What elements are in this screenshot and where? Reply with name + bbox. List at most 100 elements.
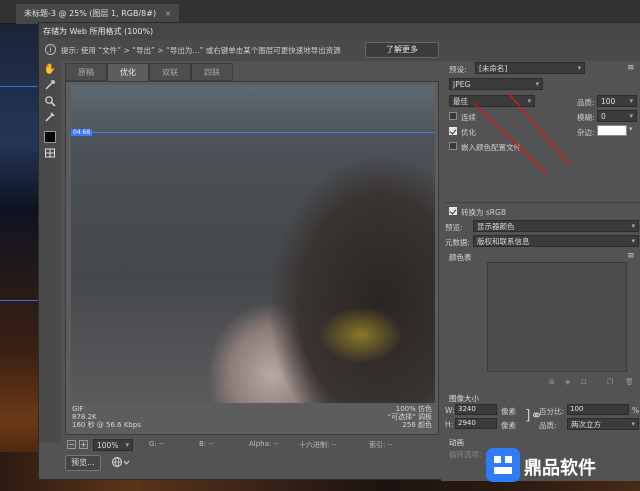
chevron-down-icon: ▾ bbox=[631, 420, 635, 428]
dither-info: 100% 仿色 bbox=[395, 405, 432, 413]
metadata-value: 版权和联系信息 bbox=[477, 237, 530, 246]
resample-quality-label: 品质: bbox=[539, 421, 557, 430]
tab-4-up[interactable]: 四联 bbox=[191, 63, 233, 81]
quality-value: 100 bbox=[601, 97, 616, 106]
optimized-info-left: GIF 878.2K 160 秒 @ 56.6 Kbps bbox=[72, 405, 141, 429]
divider bbox=[445, 202, 640, 203]
chevron-down-icon: ▾ bbox=[631, 222, 635, 230]
preview-pane: 04 68 GIF 878.2K 160 秒 @ 56.6 Kbps 100% … bbox=[65, 81, 439, 435]
blur-input[interactable]: 0 ▾ bbox=[597, 110, 637, 122]
file-size: 878.2K bbox=[72, 413, 97, 421]
preview-label: 预览: bbox=[445, 223, 463, 232]
zoom-out-icon[interactable]: − bbox=[67, 440, 76, 449]
zoom-value: 100% bbox=[97, 441, 119, 450]
eyedropper-color-icon[interactable] bbox=[44, 131, 56, 143]
color-table-heading: 颜色表 bbox=[449, 253, 472, 262]
green-readout: G: -- bbox=[149, 440, 165, 448]
alpha-readout: Alpha: -- bbox=[249, 440, 279, 448]
preview-image[interactable]: 04 68 bbox=[71, 85, 435, 403]
convert-srgb-checkbox[interactable] bbox=[449, 207, 457, 215]
tab-original[interactable]: 原稿 bbox=[65, 63, 107, 81]
preview-color-value: 显示器颜色 bbox=[477, 222, 515, 231]
format-value: JPEG bbox=[453, 80, 471, 89]
optimized-checkbox[interactable] bbox=[449, 127, 457, 135]
save-for-web-dialog: 存储为 Web 所用格式 (100%) i 提示: 使用 “文件” > “导出”… bbox=[38, 22, 640, 481]
optimized-info-right: 100% 仿色 “可选择” 调板 256 颜色 bbox=[388, 405, 432, 429]
preview-button[interactable]: 预览... bbox=[65, 455, 101, 471]
quality-level-select[interactable]: 最佳 ▾ bbox=[449, 95, 535, 107]
embed-profile-checkbox[interactable] bbox=[449, 142, 457, 150]
blue-readout: B: -- bbox=[199, 440, 214, 448]
document-tab[interactable]: 未标题-3 @ 25% (图层 1, RGB/8#) × bbox=[16, 4, 180, 24]
tip-bar: i 提示: 使用 “文件” > “导出” > “导出为...” 或右键单击某个图… bbox=[39, 39, 640, 61]
quality-level-value: 最佳 bbox=[453, 97, 468, 106]
lock-color-icon[interactable]: ⊡ bbox=[581, 378, 587, 386]
slice-guide-line bbox=[71, 132, 435, 133]
chevron-down-icon[interactable]: ▾ bbox=[629, 125, 633, 133]
eyedropper-icon[interactable] bbox=[43, 111, 57, 125]
globe-icon[interactable] bbox=[111, 456, 133, 470]
preset-select[interactable]: [未命名] ▾ bbox=[475, 62, 585, 74]
progressive-checkbox[interactable] bbox=[449, 112, 457, 120]
quality-label: 品质: bbox=[577, 98, 595, 107]
preset-value: [未命名] bbox=[479, 64, 508, 73]
height-input[interactable]: 2940 bbox=[455, 418, 497, 429]
view-tabs: 原稿 优化 双联 四联 bbox=[65, 63, 439, 81]
close-icon[interactable]: × bbox=[165, 9, 172, 18]
percent-label: 百分比: bbox=[539, 407, 565, 416]
tip-text: 提示: 使用 “文件” > “导出” > “导出为...” 或右键单击某个图层可… bbox=[61, 46, 341, 55]
zoom-select[interactable]: 100% ▾ bbox=[93, 439, 133, 451]
quality-input[interactable]: 100 ▾ bbox=[597, 95, 637, 107]
format-select[interactable]: JPEG ▾ bbox=[449, 78, 543, 90]
width-input[interactable]: 3240 bbox=[455, 404, 497, 415]
color-table-menu-icon[interactable]: ≡ bbox=[627, 251, 635, 261]
map-color-icon[interactable]: ⊞ bbox=[549, 378, 555, 386]
download-time: 160 秒 @ 56.6 Kbps bbox=[72, 421, 141, 429]
progressive-label: 连续 bbox=[461, 113, 476, 122]
trash-icon[interactable]: 🗑 bbox=[625, 378, 634, 386]
percent-unit: % bbox=[632, 406, 640, 415]
chevron-down-icon: ▾ bbox=[125, 441, 129, 449]
index-readout: 索引: -- bbox=[369, 441, 393, 449]
zoom-icon[interactable] bbox=[43, 95, 57, 109]
resample-quality-select[interactable]: 两次立方 ▾ bbox=[567, 418, 639, 430]
convert-srgb-label: 转换为 sRGB bbox=[461, 208, 506, 217]
preview-color-select[interactable]: 显示器颜色 ▾ bbox=[473, 220, 639, 232]
status-bar: − + 100% ▾ G: -- B: -- Alpha: -- 十六进制: --… bbox=[65, 437, 439, 453]
height-label: H: bbox=[445, 420, 454, 429]
matte-color-swatch[interactable] bbox=[597, 125, 627, 136]
animation-heading: 动画 bbox=[449, 438, 464, 447]
canvas-background-left bbox=[0, 24, 38, 491]
logo-mark-icon bbox=[486, 448, 520, 482]
optimized-label: 优化 bbox=[461, 128, 476, 137]
tab-optimized[interactable]: 优化 bbox=[107, 63, 149, 81]
resample-quality-value: 两次立方 bbox=[571, 420, 601, 429]
slice-select-icon[interactable] bbox=[43, 79, 57, 93]
metadata-select[interactable]: 版权和联系信息 ▾ bbox=[473, 235, 639, 247]
height-unit: 像素 bbox=[501, 421, 516, 430]
learn-more-button[interactable]: 了解更多 bbox=[365, 42, 439, 58]
toggle-slices-icon[interactable] bbox=[43, 147, 57, 161]
percent-input[interactable]: 100 bbox=[567, 404, 629, 415]
blur-value: 0 bbox=[601, 112, 606, 121]
zoom-in-icon[interactable]: + bbox=[79, 440, 88, 449]
chevron-down-icon: ▾ bbox=[527, 97, 531, 105]
matte-label: 杂边: bbox=[577, 128, 595, 137]
colors-info: 256 颜色 bbox=[402, 421, 432, 429]
color-table[interactable] bbox=[487, 262, 627, 372]
hand-icon[interactable]: ✋ bbox=[43, 63, 57, 77]
blur-label: 模糊: bbox=[577, 113, 595, 122]
document-tab-bar: 未标题-3 @ 25% (图层 1, RGB/8#) × bbox=[0, 0, 640, 24]
optimization-settings-panel: 预设: [未命名] ▾ ≡ JPEG ▾ 最佳 ▾ 品质: 100 ▾ 连续 模糊: 0… bbox=[441, 61, 640, 481]
watermark-logo: 鼎品软件 bbox=[486, 440, 640, 491]
web-shift-icon[interactable]: ◈ bbox=[565, 378, 570, 386]
metadata-label: 元数据: bbox=[445, 238, 471, 247]
panel-menu-icon[interactable]: ≡ bbox=[627, 63, 635, 73]
slice-label: 04 68 bbox=[71, 129, 93, 136]
tab-2-up[interactable]: 双联 bbox=[149, 63, 191, 81]
preset-label: 预设: bbox=[449, 65, 467, 74]
chevron-down-icon: ▾ bbox=[629, 97, 633, 105]
new-color-icon[interactable]: ❐ bbox=[607, 378, 613, 386]
canvas-guide-line bbox=[0, 300, 38, 301]
width-label: W: bbox=[445, 406, 455, 415]
